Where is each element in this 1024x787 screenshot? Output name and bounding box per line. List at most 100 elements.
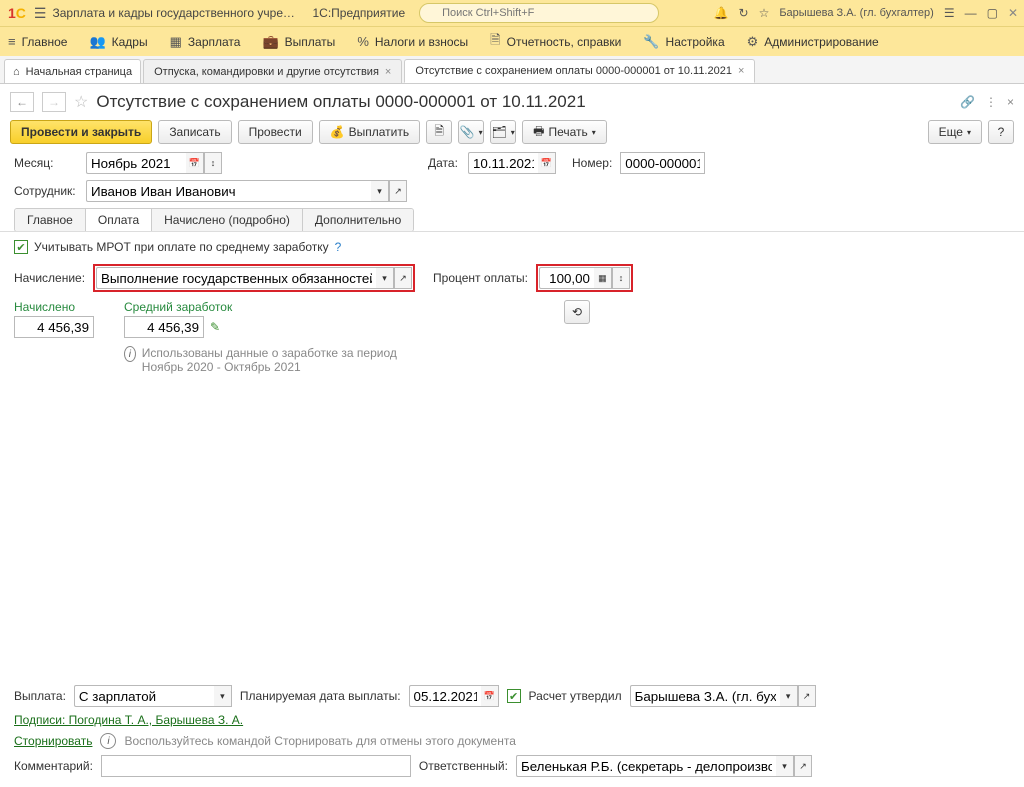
nav-back[interactable]: ← [10, 92, 34, 112]
plan-date-field[interactable]: 📅 [409, 685, 499, 707]
chevron-down-icon[interactable]: ▾ [780, 685, 798, 707]
attach-button[interactable]: 📎▾ [458, 120, 484, 144]
star-icon[interactable]: ☆ [759, 6, 770, 20]
menu-rep[interactable]: 🗎Отчетность, справки [490, 31, 621, 53]
highlight-percent: ▦ ↕ [536, 264, 633, 292]
pct-input[interactable] [539, 267, 594, 289]
maximize-icon[interactable]: ▢ [987, 6, 998, 20]
save-button[interactable]: Записать [158, 120, 231, 144]
signatures-link[interactable]: Подписи: Погодина Т. А., Барышева З. А. [14, 713, 243, 727]
post-button[interactable]: Провести [238, 120, 313, 144]
pencil-icon[interactable]: ✎ [210, 320, 220, 334]
global-search[interactable] [419, 3, 659, 23]
menu-salary[interactable]: ▦Зарплата [170, 34, 241, 50]
close-icon[interactable]: ✕ [1008, 6, 1018, 20]
close-form-icon[interactable]: × [1007, 95, 1014, 109]
help-button[interactable]: ? [988, 120, 1014, 144]
calc-field[interactable]: ▾ ↗ [96, 267, 412, 289]
approver-field[interactable]: ▾ ↗ [630, 685, 816, 707]
menu-main[interactable]: ≡Главное [8, 34, 67, 49]
home-icon: ≡ [8, 34, 16, 49]
month-field[interactable]: 📅 ↕ [86, 152, 222, 174]
payout-input[interactable] [74, 685, 214, 707]
number-label: Номер: [572, 156, 612, 170]
open-icon[interactable]: ↗ [394, 267, 412, 289]
open-icon[interactable]: ↗ [798, 685, 816, 707]
chevron-down-icon[interactable]: ▾ [376, 267, 394, 289]
chevron-down-icon[interactable]: ▾ [214, 685, 232, 707]
menu-hr[interactable]: 👥Кадры [89, 34, 147, 50]
open-icon[interactable]: ↗ [389, 180, 407, 202]
more-button[interactable]: Еще▾ [928, 120, 982, 144]
chevron-down-icon[interactable]: ▾ [371, 180, 389, 202]
minimize-icon[interactable]: — [965, 6, 977, 20]
percent-icon: % [357, 34, 369, 49]
nav-fwd[interactable]: → [42, 92, 66, 112]
document-icon: 🗎 [434, 122, 444, 143]
employee-input[interactable] [86, 180, 371, 202]
pct-field[interactable]: ▦ ↕ [539, 267, 630, 289]
responsible-input[interactable] [516, 755, 776, 777]
comment-label: Комментарий: [14, 759, 93, 773]
bell-icon[interactable]: 🔔 [714, 6, 729, 20]
comment-input[interactable] [101, 755, 411, 777]
tab-close-icon[interactable]: × [738, 65, 744, 77]
stepper-icon[interactable]: ↕ [204, 152, 222, 174]
plan-date-input[interactable] [409, 685, 481, 707]
calendar-icon[interactable]: 📅 [538, 152, 556, 174]
global-search-input[interactable] [419, 3, 659, 23]
month-input[interactable] [86, 152, 186, 174]
responsible-field[interactable]: ▾ ↗ [516, 755, 812, 777]
employee-label: Сотрудник: [14, 184, 78, 198]
calendar-icon[interactable]: 📅 [481, 685, 499, 707]
employee-field[interactable]: ▾ ↗ [86, 180, 407, 202]
payout-label: Выплата: [14, 689, 66, 703]
platform-label: 1С:Предприятие [312, 6, 405, 20]
date-field[interactable]: 📅 [468, 152, 556, 174]
tab-close-icon[interactable]: × [385, 66, 391, 78]
report-icon: 🗎 [490, 31, 500, 53]
link-icon[interactable]: 🔗 [960, 95, 975, 109]
calendar-icon[interactable]: 📅 [186, 152, 204, 174]
approved-checkbox[interactable]: ✔ [507, 689, 521, 703]
subtab-pay[interactable]: Оплата [86, 209, 152, 231]
approver-input[interactable] [630, 685, 780, 707]
people-icon: 👥 [89, 34, 105, 50]
mrot-checkbox[interactable]: ✔ [14, 240, 28, 254]
calc-input[interactable] [96, 267, 376, 289]
refresh-button[interactable]: ⟲ [564, 300, 590, 324]
print-button[interactable]: 🖶Печать▾ [522, 120, 607, 144]
stepper-icon[interactable]: ↕ [612, 267, 630, 289]
accrued-input[interactable] [14, 316, 94, 338]
favorite-star-icon[interactable]: ☆ [74, 92, 88, 112]
subtab-calc[interactable]: Начислено (подробно) [152, 209, 303, 231]
menu-tax[interactable]: %Налоги и взносы [357, 34, 468, 49]
help-icon[interactable]: ? [335, 240, 342, 254]
subtab-ext[interactable]: Дополнительно [303, 209, 413, 231]
number-input[interactable] [620, 152, 705, 174]
history-icon[interactable]: ↻ [739, 6, 749, 20]
menu-pay[interactable]: 💼Выплаты [262, 34, 335, 50]
settings-icon[interactable]: ☰ [944, 6, 955, 20]
calculator-icon[interactable]: ▦ [594, 267, 612, 289]
storno-link[interactable]: Сторнировать [14, 734, 92, 748]
date-input[interactable] [468, 152, 538, 174]
avg-input[interactable] [124, 316, 204, 338]
clip-icon: 📎 [460, 125, 475, 139]
tab-absences[interactable]: Отпуска, командировки и другие отсутстви… [143, 59, 402, 83]
payout-field[interactable]: ▾ [74, 685, 232, 707]
open-icon[interactable]: ↗ [794, 755, 812, 777]
user-label[interactable]: Барышева З.А. (гл. бухгалтер) [779, 7, 934, 19]
more-menu-icon[interactable]: ⋮ [985, 95, 997, 109]
doc-button[interactable]: 🗎 [426, 120, 452, 144]
menu-adm[interactable]: ⚙Администрирование [747, 34, 879, 50]
post-close-button[interactable]: Провести и закрыть [10, 120, 152, 144]
subtab-main[interactable]: Главное [15, 209, 86, 231]
basis-button[interactable]: 🗂▾ [490, 120, 516, 144]
payout-button[interactable]: 💰Выплатить [319, 120, 420, 144]
chevron-down-icon[interactable]: ▾ [776, 755, 794, 777]
menu-icon[interactable]: ☰ [34, 5, 47, 22]
tab-home[interactable]: ⌂Начальная страница [4, 59, 141, 83]
menu-set[interactable]: 🔧Настройка [643, 34, 724, 50]
tab-document[interactable]: Отсутствие с сохранением оплаты 0000-000… [404, 59, 755, 83]
